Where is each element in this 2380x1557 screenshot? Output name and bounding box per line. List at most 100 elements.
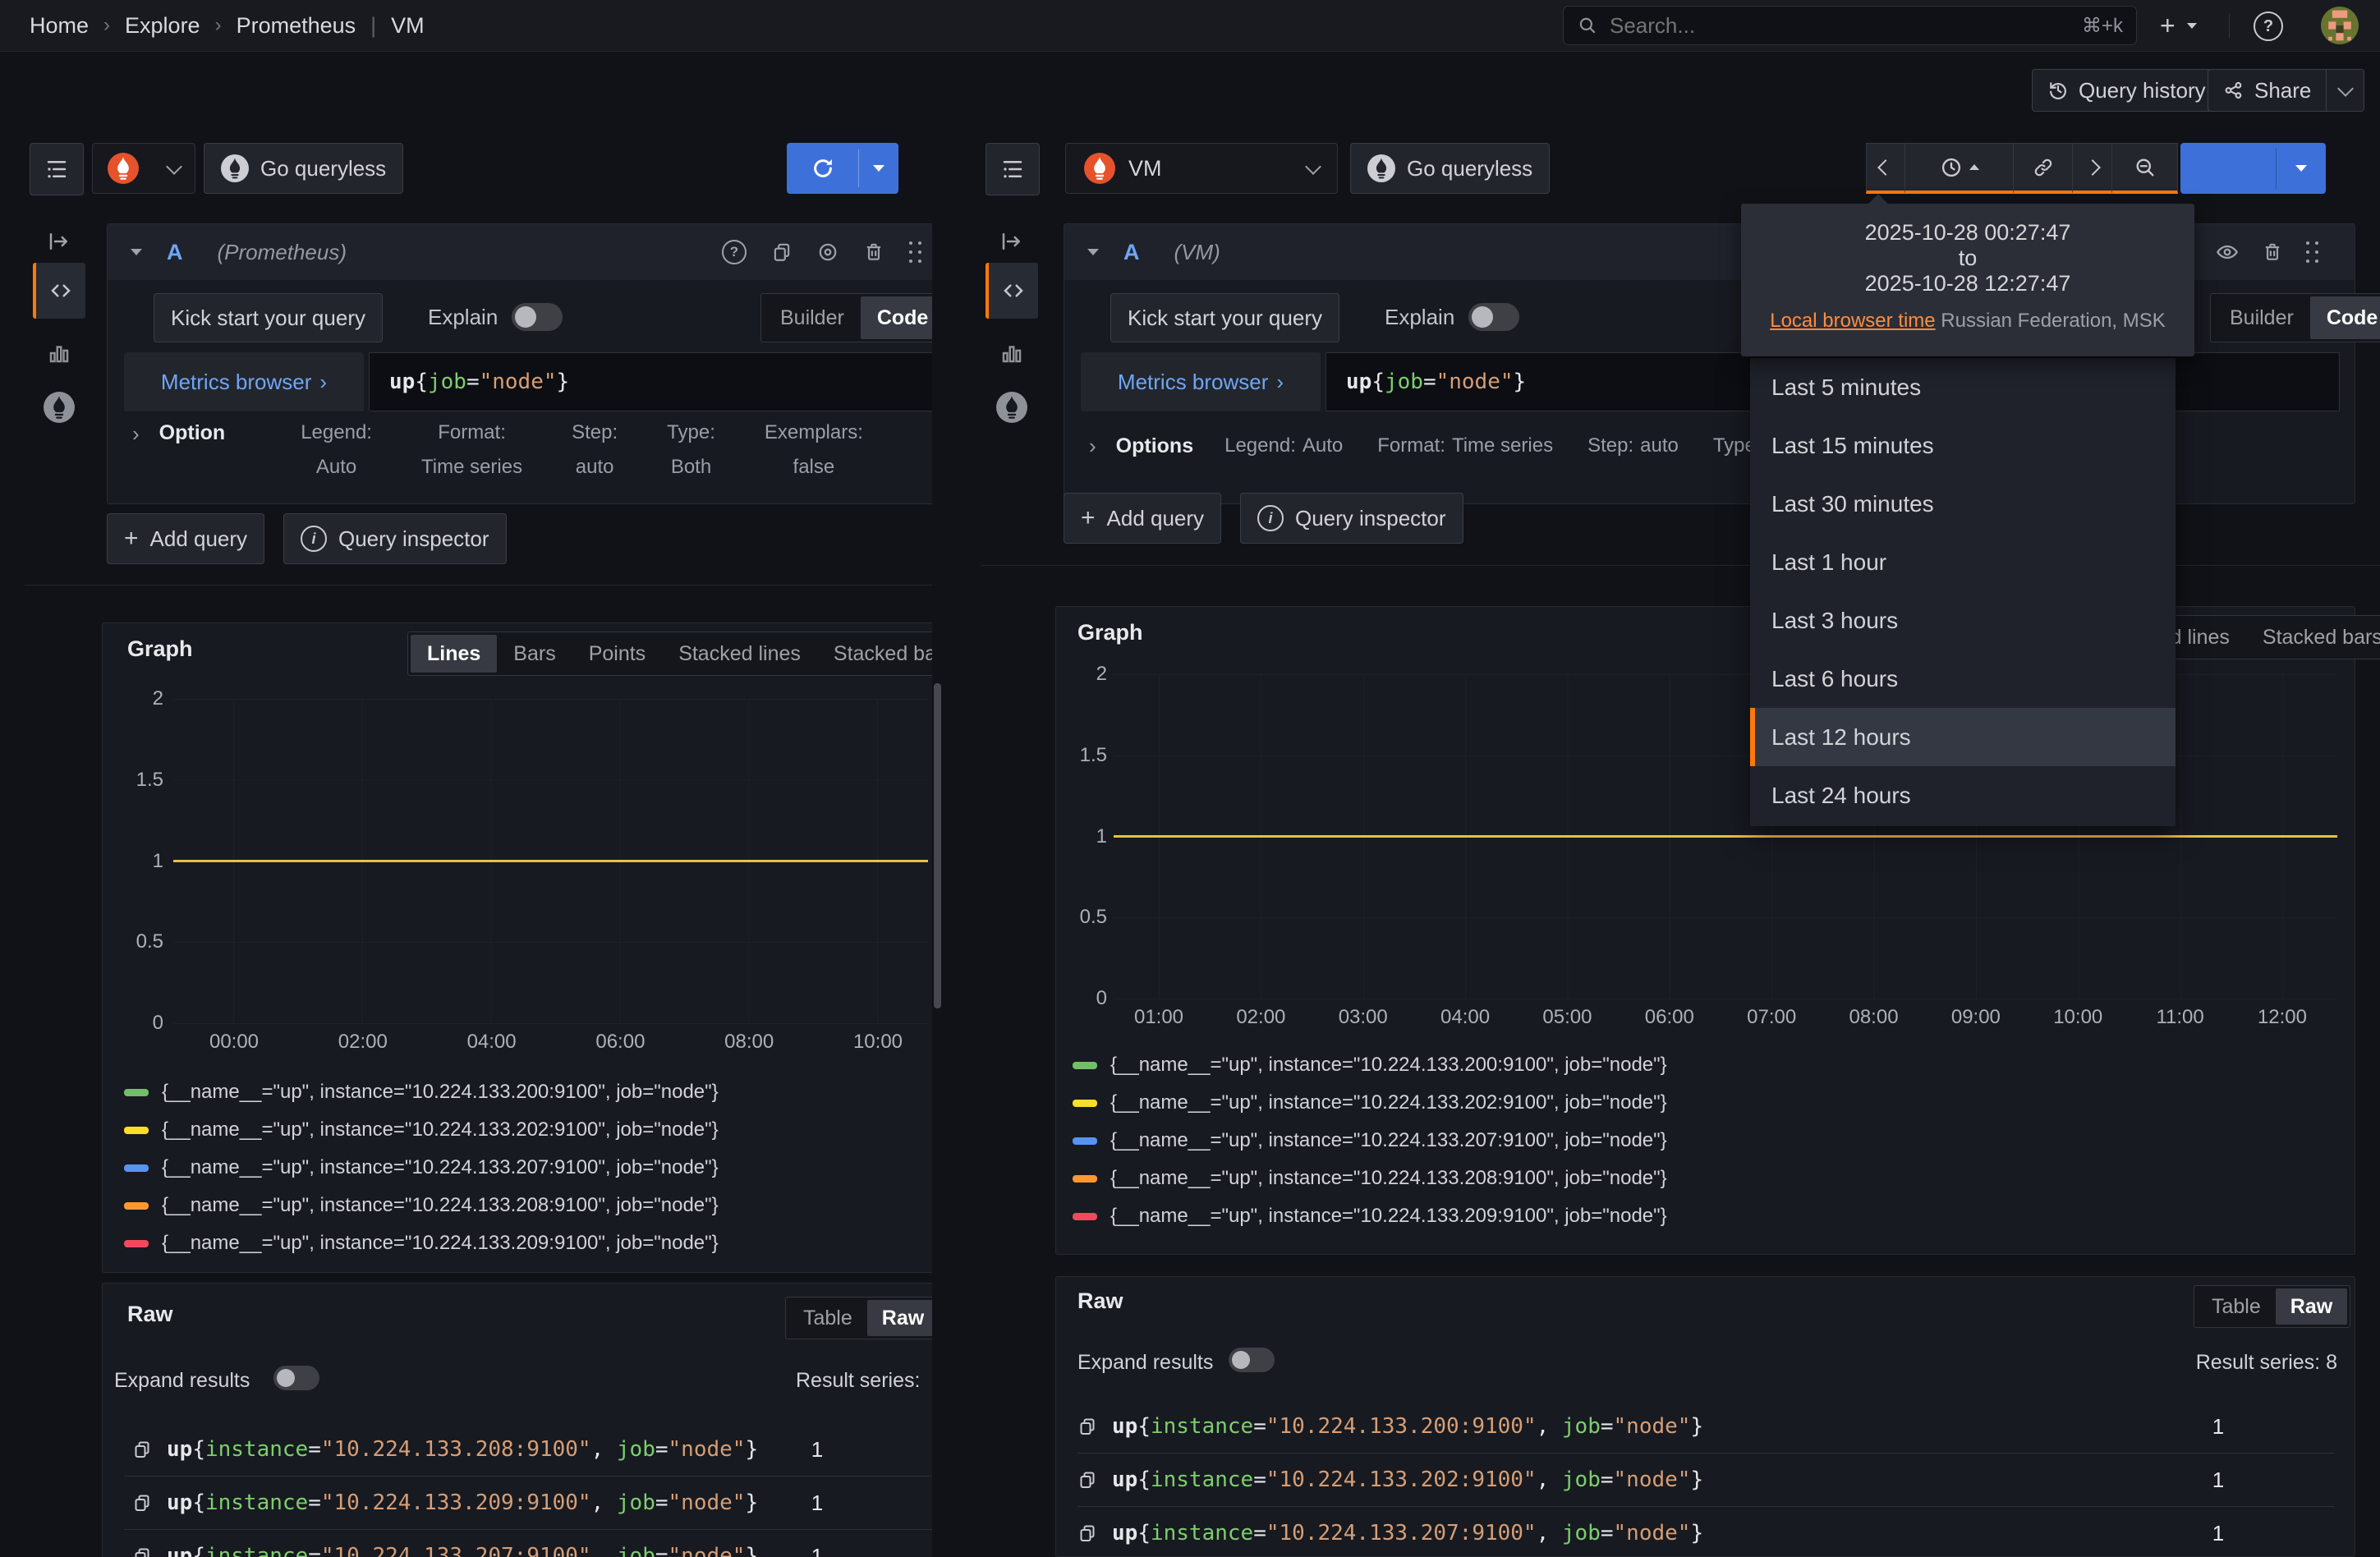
query-editor-tab[interactable] (986, 263, 1038, 319)
query-inspector-button-right[interactable]: i Query inspector (1240, 493, 1463, 544)
breadcrumb-home[interactable]: Home (30, 13, 89, 39)
datasource-picker-left[interactable] (92, 143, 195, 194)
editor-mode-option[interactable]: Builder (764, 296, 861, 339)
new-button[interactable]: + (2160, 11, 2197, 40)
copy-icon[interactable] (132, 1493, 152, 1513)
time-range-option[interactable]: Last 1 hour (1750, 533, 2176, 591)
add-query-button-right[interactable]: + Add query (1064, 493, 1221, 544)
metrics-browser-button[interactable]: Metrics browser › (124, 352, 364, 411)
datasource-tab[interactable] (986, 384, 1038, 430)
trash-icon[interactable] (863, 241, 884, 263)
legend-item[interactable]: {__name__="up", instance="10.224.133.207… (1073, 1122, 1667, 1160)
legend-item[interactable]: {__name__="up", instance="10.224.133.202… (1073, 1084, 1667, 1122)
refresh-button-left[interactable] (787, 143, 858, 194)
kick-start-button[interactable]: Kick start your query (1110, 293, 1339, 342)
copy-icon[interactable] (1077, 1523, 1097, 1543)
time-shift-back-button[interactable] (1866, 143, 1905, 194)
legend-item[interactable]: {__name__="up", instance="10.224.133.200… (124, 1073, 719, 1111)
explain-toggle[interactable] (1468, 303, 1519, 331)
go-queryless-button-right[interactable]: Go queryless (1350, 143, 1550, 194)
drag-handle-icon[interactable] (909, 241, 912, 245)
raw-view-option[interactable]: Table (788, 1300, 867, 1336)
query-inspector-button-left[interactable]: i Query inspector (283, 513, 507, 564)
breadcrumb-explore[interactable]: Explore (125, 13, 200, 39)
timezone-label[interactable]: Local browser time (1770, 310, 1935, 332)
copy-icon[interactable] (1077, 1417, 1097, 1436)
editor-mode-option[interactable]: Builder (2213, 296, 2310, 339)
expand-results-toggle-right[interactable] (1229, 1348, 1275, 1372)
legend-item[interactable]: {__name__="up", instance="10.224.133.209… (1073, 1197, 1667, 1235)
query-code-input[interactable]: up{job="node"} (369, 352, 932, 411)
graph-style-option[interactable]: Lines (411, 635, 497, 673)
query-editor-tab[interactable] (33, 263, 85, 319)
copy-icon[interactable] (1077, 1470, 1097, 1490)
run-query-button-right[interactable] (2180, 143, 2276, 194)
copy-time-link-button[interactable] (2014, 143, 2073, 194)
time-range-option[interactable]: Last 6 hours (1750, 650, 2176, 708)
time-range-option[interactable]: Last 24 hours (1750, 766, 2176, 824)
query-row-header[interactable]: A (Prometheus) ? (108, 224, 932, 280)
trash-icon[interactable] (2262, 241, 2283, 263)
legend-item[interactable]: {__name__="up", instance="10.224.133.202… (124, 1111, 719, 1149)
drag-handle-icon[interactable] (2306, 241, 2309, 245)
zoom-out-button[interactable] (2112, 143, 2178, 194)
datasource-picker-right[interactable]: VM (1065, 143, 1338, 194)
eye-icon[interactable] (2216, 241, 2239, 264)
breadcrumb-right-pane-title[interactable]: VM (391, 13, 425, 39)
refresh-interval-button-left[interactable] (859, 143, 898, 194)
scrollbar-left-pane[interactable] (934, 683, 941, 1008)
share-button[interactable]: Share (2208, 69, 2327, 112)
graph-style-option[interactable]: Bars (497, 635, 572, 673)
breadcrumb-left-pane-title[interactable]: Prometheus (237, 13, 356, 39)
time-range-option[interactable]: Last 15 minutes (1750, 416, 2176, 475)
raw-view-option[interactable]: Table (2197, 1288, 2276, 1325)
record-icon[interactable] (817, 241, 839, 263)
legend-item[interactable]: {__name__="up", instance="10.224.133.208… (124, 1187, 719, 1224)
editor-mode-option[interactable]: Code (861, 296, 932, 339)
graph-plot-left[interactable] (173, 699, 928, 1024)
pane-collapse-button[interactable] (33, 220, 85, 263)
outline-button[interactable] (30, 143, 84, 195)
go-queryless-button-left[interactable]: Go queryless (204, 143, 403, 194)
time-range-option[interactable]: Last 30 minutes (1750, 475, 2176, 533)
query-history-button[interactable]: Query history (2032, 69, 2221, 112)
copy-icon[interactable] (132, 1546, 152, 1557)
time-picker-button[interactable] (1905, 143, 2014, 194)
refresh-interval-button-right[interactable] (2277, 143, 2326, 194)
graph-style-option[interactable]: Stacked bars (817, 635, 932, 673)
add-query-button-left[interactable]: + Add query (107, 513, 264, 564)
graph-tab[interactable] (986, 330, 1038, 376)
editor-mode-option[interactable]: Code (2310, 296, 2380, 339)
time-shift-forward-button[interactable] (2073, 143, 2112, 194)
copy-icon[interactable] (132, 1440, 152, 1459)
help-button[interactable]: ? (2254, 11, 2283, 41)
legend-item[interactable]: {__name__="up", instance="10.224.133.208… (1073, 1160, 1667, 1197)
raw-view-option[interactable]: Raw (2276, 1288, 2347, 1325)
time-range-option[interactable]: Last 12 hours (1750, 708, 2176, 766)
legend-item[interactable]: {__name__="up", instance="10.224.133.200… (1073, 1046, 1667, 1084)
time-range-option[interactable]: Last 3 hours (1750, 591, 2176, 650)
graph-style-option[interactable]: Stacked lines (662, 635, 817, 673)
graph-style-option[interactable]: Points (572, 635, 662, 673)
kick-start-button[interactable]: Kick start your query (154, 293, 383, 342)
graph-style-option[interactable]: Stacked bars (2246, 618, 2380, 656)
legend-item[interactable]: {__name__="up", instance="10.224.133.209… (124, 1224, 719, 1262)
time-range-option[interactable]: Last 5 minutes (1750, 358, 2176, 416)
editor-mode-switch: BuilderCode (2210, 293, 2380, 342)
query-options-row-left[interactable]: › Option Legend:AutoFormat:Time seriesSt… (108, 421, 932, 479)
search-input[interactable]: ⌘+k (1563, 6, 2137, 45)
metrics-browser-button[interactable]: Metrics browser › (1081, 352, 1321, 411)
outline-button[interactable] (986, 143, 1040, 195)
datasource-tab[interactable] (33, 384, 85, 430)
avatar[interactable] (2321, 7, 2359, 44)
pane-collapse-button[interactable] (986, 220, 1038, 263)
search-placeholder[interactable] (1608, 12, 2082, 39)
copy-icon[interactable] (771, 241, 793, 263)
share-dropdown-button[interactable] (2327, 69, 2364, 112)
graph-tab[interactable] (33, 330, 85, 376)
help-icon[interactable]: ? (722, 240, 747, 264)
raw-view-option[interactable]: Raw (867, 1300, 932, 1336)
legend-item[interactable]: {__name__="up", instance="10.224.133.207… (124, 1149, 719, 1187)
explain-toggle[interactable] (512, 303, 563, 331)
expand-results-toggle-left[interactable] (273, 1366, 319, 1390)
